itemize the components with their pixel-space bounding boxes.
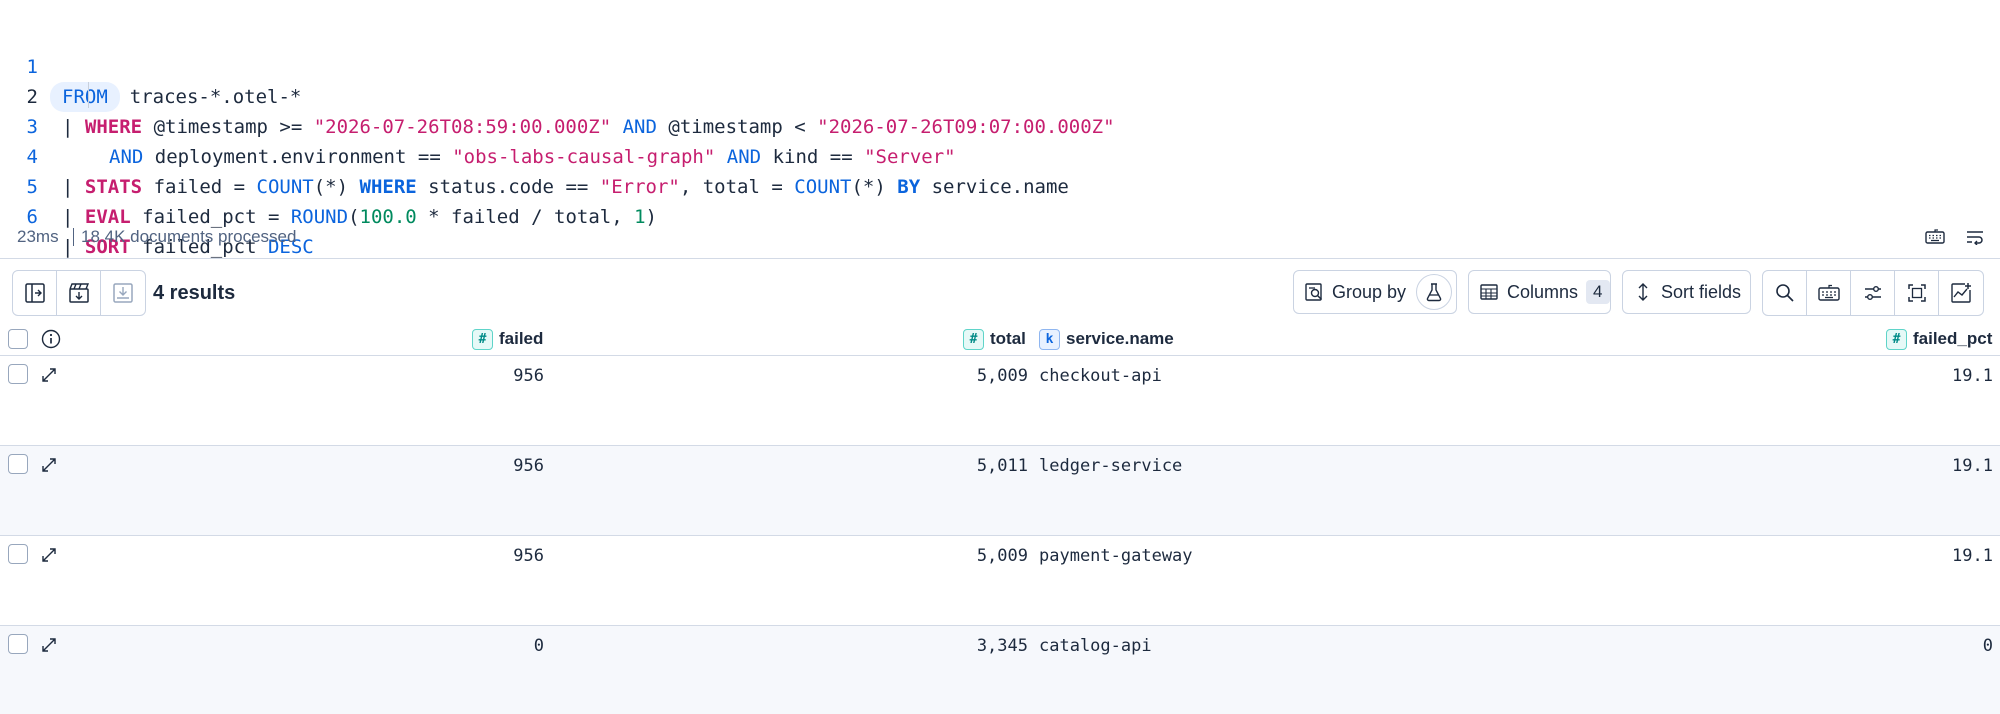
select-all-checkbox[interactable] xyxy=(8,329,28,349)
sort-fields-label: Sort fields xyxy=(1661,281,1742,302)
cell-failed: 956 xyxy=(513,546,544,566)
cell-failed-pct: 0 xyxy=(1982,636,1993,656)
search-button[interactable] xyxy=(1763,271,1807,315)
results-count: 4 results xyxy=(153,282,236,304)
code-line-6[interactable]: 6 | SORT failed_pct DESC xyxy=(0,172,2000,258)
query-duration: 23ms xyxy=(17,227,59,246)
search-icon xyxy=(1775,284,1794,302)
group-by-button[interactable]: Group by xyxy=(1293,270,1457,314)
keyboard-icon xyxy=(1817,284,1840,301)
code-line-5[interactable]: 5 | EVAL failed_pct = ROUND(100.0 * fail… xyxy=(0,142,2000,228)
expand-icon[interactable] xyxy=(40,636,58,659)
row-checkbox[interactable] xyxy=(8,544,28,564)
grid-actions-group xyxy=(1762,270,1984,316)
toggle-sidebar-button[interactable] xyxy=(13,271,57,315)
view-button-group xyxy=(12,270,146,316)
number-type-icon: # xyxy=(472,328,493,350)
add-to-dashboard-button[interactable] xyxy=(1939,271,1983,315)
keyword-type-icon: k xyxy=(1039,328,1060,350)
fullscreen-button[interactable] xyxy=(1895,271,1939,315)
column-header-label: total xyxy=(990,329,1026,348)
info-icon[interactable] xyxy=(41,329,61,354)
column-header-label: failed_pct xyxy=(1913,329,1993,348)
expand-icon[interactable] xyxy=(40,456,58,479)
group-by-label: Group by xyxy=(1332,281,1407,302)
column-header-label: service.name xyxy=(1066,329,1174,348)
download-button[interactable] xyxy=(101,271,145,315)
cell-service-name: ledger-service xyxy=(1039,456,1183,476)
editor-divider xyxy=(0,258,2000,259)
keyboard-shortcuts-button[interactable] xyxy=(1807,271,1851,315)
number-type-icon: # xyxy=(1886,328,1907,350)
columns-button[interactable]: Columns 4 xyxy=(1468,270,1611,314)
cell-total: 3,345 xyxy=(976,636,1028,656)
cell-total: 5,009 xyxy=(976,366,1028,386)
query-editor[interactable]: 1 FROM traces-*.otel-* 2 | WHERE @timesta… xyxy=(0,0,2000,258)
sort-fields-button[interactable]: Sort fields xyxy=(1622,270,1751,314)
cell-service-name: payment-gateway xyxy=(1039,546,1193,566)
table-row[interactable]: 0 3,345 catalog-api 0 xyxy=(0,626,2000,714)
status-separator xyxy=(73,228,74,246)
fullscreen-icon xyxy=(1907,284,1926,302)
table-columns-icon xyxy=(1480,284,1498,300)
documents-processed: 18.4K documents processed xyxy=(81,227,297,246)
sidebar-toggle-icon xyxy=(24,283,45,303)
expand-icon[interactable] xyxy=(40,546,58,569)
table-header: # failed # total k service.name # failed… xyxy=(0,322,2000,356)
cell-failed-pct: 19.1 xyxy=(1952,546,1993,566)
table-row[interactable]: 956 5,011 ledger-service 19.1 xyxy=(0,446,2000,536)
column-header-label: failed xyxy=(499,329,544,348)
row-checkbox[interactable] xyxy=(8,364,28,384)
cell-failed: 956 xyxy=(513,456,544,476)
cell-service-name: catalog-api xyxy=(1039,636,1152,656)
number-type-icon: # xyxy=(963,328,984,350)
code-line-2[interactable]: 2 | WHERE @timestamp >= "2026-07-26T08:5… xyxy=(0,52,2000,138)
clapper-icon xyxy=(68,283,89,303)
expand-icon[interactable] xyxy=(40,366,58,389)
display-settings-button[interactable] xyxy=(1851,271,1895,315)
row-checkbox[interactable] xyxy=(8,454,28,474)
cell-total: 5,011 xyxy=(976,456,1028,476)
download-icon xyxy=(113,283,133,303)
cell-failed-pct: 19.1 xyxy=(1952,366,1993,386)
columns-count-badge: 4 xyxy=(1586,280,1610,304)
chart-add-icon xyxy=(1951,283,1971,303)
table-row[interactable]: 956 5,009 checkout-api 19.1 xyxy=(0,356,2000,446)
row-checkbox[interactable] xyxy=(8,634,28,654)
column-header-service-name[interactable]: k service.name xyxy=(1039,326,1174,352)
column-header-total[interactable]: # total xyxy=(963,326,1026,352)
results-toolbar: 4 results Group by Columns 4 Sort fields xyxy=(0,270,2000,316)
query-status-bar: 23ms 18.4K documents processed xyxy=(0,222,2000,252)
settings-sliders-icon xyxy=(1864,286,1881,300)
table-row[interactable]: 956 5,009 payment-gateway 19.1 xyxy=(0,536,2000,626)
word-wrap-icon[interactable] xyxy=(1964,226,1986,248)
keyboard-icon[interactable] xyxy=(1924,226,1946,248)
column-header-failed[interactable]: # failed xyxy=(472,326,543,352)
code-line-1[interactable]: 1 FROM traces-*.otel-* xyxy=(0,22,2000,112)
cell-failed: 956 xyxy=(513,366,544,386)
column-header-failed-pct[interactable]: # failed_pct xyxy=(1886,326,1992,352)
flask-icon xyxy=(1416,274,1453,310)
group-by-icon xyxy=(1305,283,1323,301)
cell-failed: 0 xyxy=(533,636,544,656)
cell-service-name: checkout-api xyxy=(1039,366,1162,386)
code-line-3[interactable]: 3 AND deployment.environment == "obs-lab… xyxy=(0,82,2000,168)
cell-failed-pct: 19.1 xyxy=(1952,456,1993,476)
code-line-4[interactable]: 4 | STATS failed = COUNT(*) WHERE status… xyxy=(0,112,2000,198)
cell-total: 5,009 xyxy=(976,546,1028,566)
sort-icon xyxy=(1638,283,1648,301)
columns-label: Columns xyxy=(1507,281,1579,302)
open-in-discover-button[interactable] xyxy=(57,271,101,315)
